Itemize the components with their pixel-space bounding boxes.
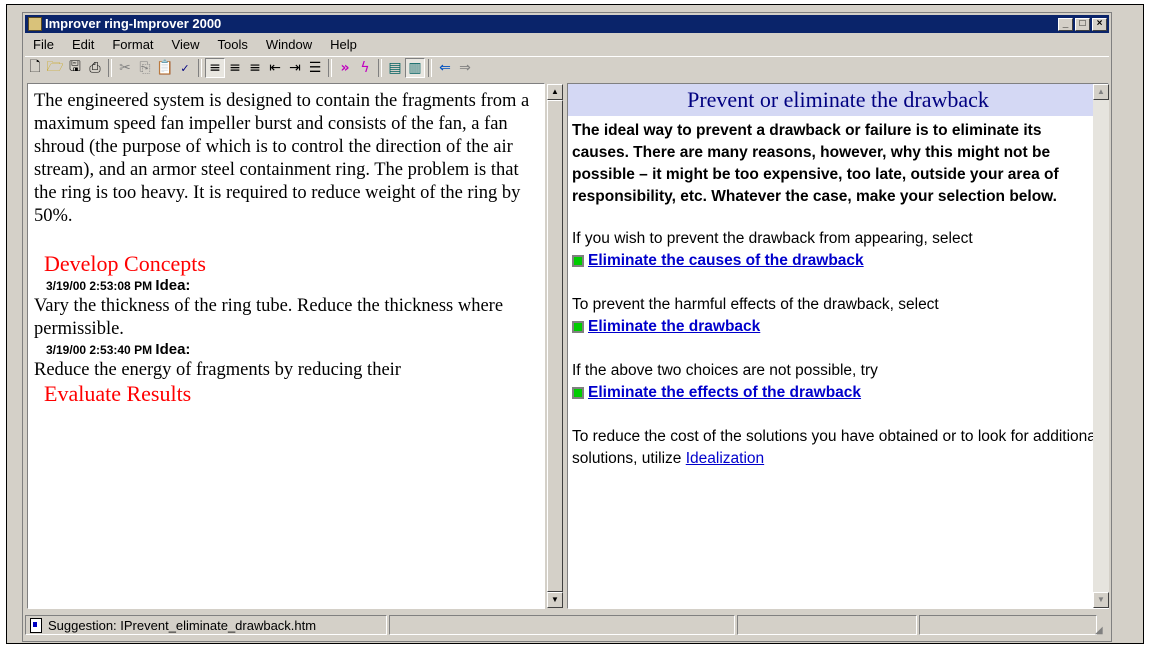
toolbar-separator — [378, 59, 382, 77]
scroll-up-arrow-icon[interactable]: ▲ — [1093, 84, 1109, 100]
idea-meta: 3/19/00 2:53:08 PM Idea: — [46, 277, 544, 295]
view-right-icon[interactable]: ▥ — [405, 58, 425, 78]
right-pane[interactable]: Prevent or eliminate the drawback The id… — [567, 83, 1109, 609]
view-left-icon[interactable]: ▤ — [385, 58, 405, 78]
cut-icon[interactable]: ✂ — [115, 58, 135, 78]
toolbar: 🗋 🗁 🖫 ⎙ ✂ ⎘ 📋 ✓ ≡ ≡ ≡ ⇤ ⇥ ☰ » ϟ ▤ ▥ ⇐ ⇒ — [25, 56, 1109, 79]
option-block-1: If you wish to prevent the drawback from… — [572, 228, 1102, 272]
close-button[interactable]: × — [1092, 17, 1107, 31]
outdent-icon[interactable]: ⇤ — [265, 58, 285, 78]
indent-icon[interactable]: ⇥ — [285, 58, 305, 78]
toolbar-separator — [108, 59, 112, 77]
section-evaluate-results: Evaluate Results — [44, 381, 192, 406]
bullets-icon[interactable]: ☰ — [305, 58, 325, 78]
link-idealization[interactable]: Idealization — [686, 450, 764, 467]
scroll-up-arrow-icon[interactable]: ▲ — [547, 84, 563, 100]
idea-meta: 3/19/00 2:53:40 PM Idea: — [46, 341, 544, 359]
forward-icon[interactable]: » — [335, 58, 355, 78]
lightning-icon[interactable]: ϟ — [355, 58, 375, 78]
menu-edit[interactable]: Edit — [63, 37, 103, 52]
idea-text: Reduce the energy of fragments by reduci… — [34, 360, 401, 380]
suggestion-intro: The ideal way to prevent a drawback or f… — [572, 122, 1059, 205]
left-pane[interactable]: The engineered system is designed to con… — [27, 83, 545, 609]
menu-window[interactable]: Window — [257, 37, 321, 52]
resize-grip-icon[interactable]: ◢ — [1095, 625, 1109, 639]
scroll-down-arrow-icon[interactable]: ▼ — [547, 592, 563, 608]
status-text: Suggestion: IPrevent_eliminate_drawback.… — [48, 617, 317, 633]
new-icon[interactable]: 🗋 — [25, 58, 45, 78]
align-right-icon[interactable]: ≡ — [245, 58, 265, 78]
link-eliminate-drawback[interactable]: Eliminate the drawback — [572, 316, 1102, 338]
idea-label: Idea: — [155, 277, 191, 294]
suggestion-heading: Prevent or eliminate the drawback — [568, 84, 1108, 116]
paste-icon[interactable]: 📋 — [155, 58, 175, 78]
menu-view[interactable]: View — [163, 37, 209, 52]
option-block-4: To reduce the cost of the solutions you … — [572, 426, 1102, 470]
title-bar: Improver ring-Improver 2000 _ □ × — [25, 15, 1109, 33]
status-bar: Suggestion: IPrevent_eliminate_drawback.… — [25, 613, 1109, 637]
save-icon[interactable]: 🖫 — [65, 58, 85, 78]
option-text-1: If you wish to prevent the drawback from… — [572, 230, 973, 247]
option-text-2: To prevent the harmful effects of the dr… — [572, 296, 939, 313]
status-panel-4 — [919, 615, 1097, 635]
forward-arrow-icon[interactable]: ⇒ — [455, 58, 475, 78]
align-center-icon[interactable]: ≡ — [225, 58, 245, 78]
option-block-2: To prevent the harmful effects of the dr… — [572, 294, 1102, 338]
toolbar-separator — [198, 59, 202, 77]
option-block-3: If the above two choices are not possibl… — [572, 360, 1102, 404]
print-icon[interactable]: ⎙ — [85, 58, 105, 78]
scroll-thumb[interactable] — [547, 100, 563, 592]
app-icon — [28, 17, 42, 31]
left-scrollbar[interactable]: ▲ ▼ — [547, 84, 563, 608]
toolbar-separator — [328, 59, 332, 77]
toolbar-separator — [428, 59, 432, 77]
status-main: Suggestion: IPrevent_eliminate_drawback.… — [25, 615, 387, 635]
menu-tools[interactable]: Tools — [208, 37, 256, 52]
menu-file[interactable]: File — [25, 37, 63, 52]
problem-statement: The engineered system is designed to con… — [34, 91, 530, 226]
open-icon[interactable]: 🗁 — [45, 58, 65, 78]
link-eliminate-causes[interactable]: Eliminate the causes of the drawback — [572, 250, 1102, 272]
menu-bar: File Edit Format View Tools Window Help — [25, 35, 1109, 54]
app-window: Improver ring-Improver 2000 _ □ × File E… — [22, 12, 1112, 642]
option-text-3: If the above two choices are not possibl… — [572, 362, 878, 379]
copy-icon[interactable]: ⎘ — [135, 58, 155, 78]
link-eliminate-effects[interactable]: Eliminate the effects of the drawback — [572, 382, 1102, 404]
idea-timestamp: 3/19/00 2:53:08 PM — [46, 279, 153, 293]
status-panel-3 — [737, 615, 917, 635]
bullet-square-icon — [572, 321, 584, 333]
idea-text: Vary the thickness of the ring tube. Red… — [34, 296, 504, 339]
right-scrollbar[interactable]: ▲ ▼ — [1093, 84, 1109, 608]
status-panel-2 — [389, 615, 735, 635]
back-arrow-icon[interactable]: ⇐ — [435, 58, 455, 78]
menu-help[interactable]: Help — [321, 37, 366, 52]
scroll-down-arrow-icon[interactable]: ▼ — [1093, 592, 1109, 608]
menu-format[interactable]: Format — [103, 37, 162, 52]
document-icon — [30, 617, 42, 633]
minimize-button[interactable]: _ — [1058, 17, 1073, 31]
idea-label: Idea: — [155, 341, 191, 358]
align-left-icon[interactable]: ≡ — [205, 58, 225, 78]
link-label[interactable]: Eliminate the causes of the drawback — [588, 250, 864, 272]
link-label[interactable]: Eliminate the drawback — [588, 316, 760, 338]
spellcheck-icon[interactable]: ✓ — [175, 58, 195, 78]
link-label[interactable]: Eliminate the effects of the drawback — [588, 382, 861, 404]
option-text-4: To reduce the cost of the solutions you … — [572, 428, 1100, 467]
idea-timestamp: 3/19/00 2:53:40 PM — [46, 343, 153, 357]
maximize-button[interactable]: □ — [1075, 17, 1090, 31]
window-title: Improver ring-Improver 2000 — [45, 16, 222, 31]
section-develop-concepts: Develop Concepts — [44, 251, 206, 276]
bullet-square-icon — [572, 255, 584, 267]
bullet-square-icon — [572, 387, 584, 399]
